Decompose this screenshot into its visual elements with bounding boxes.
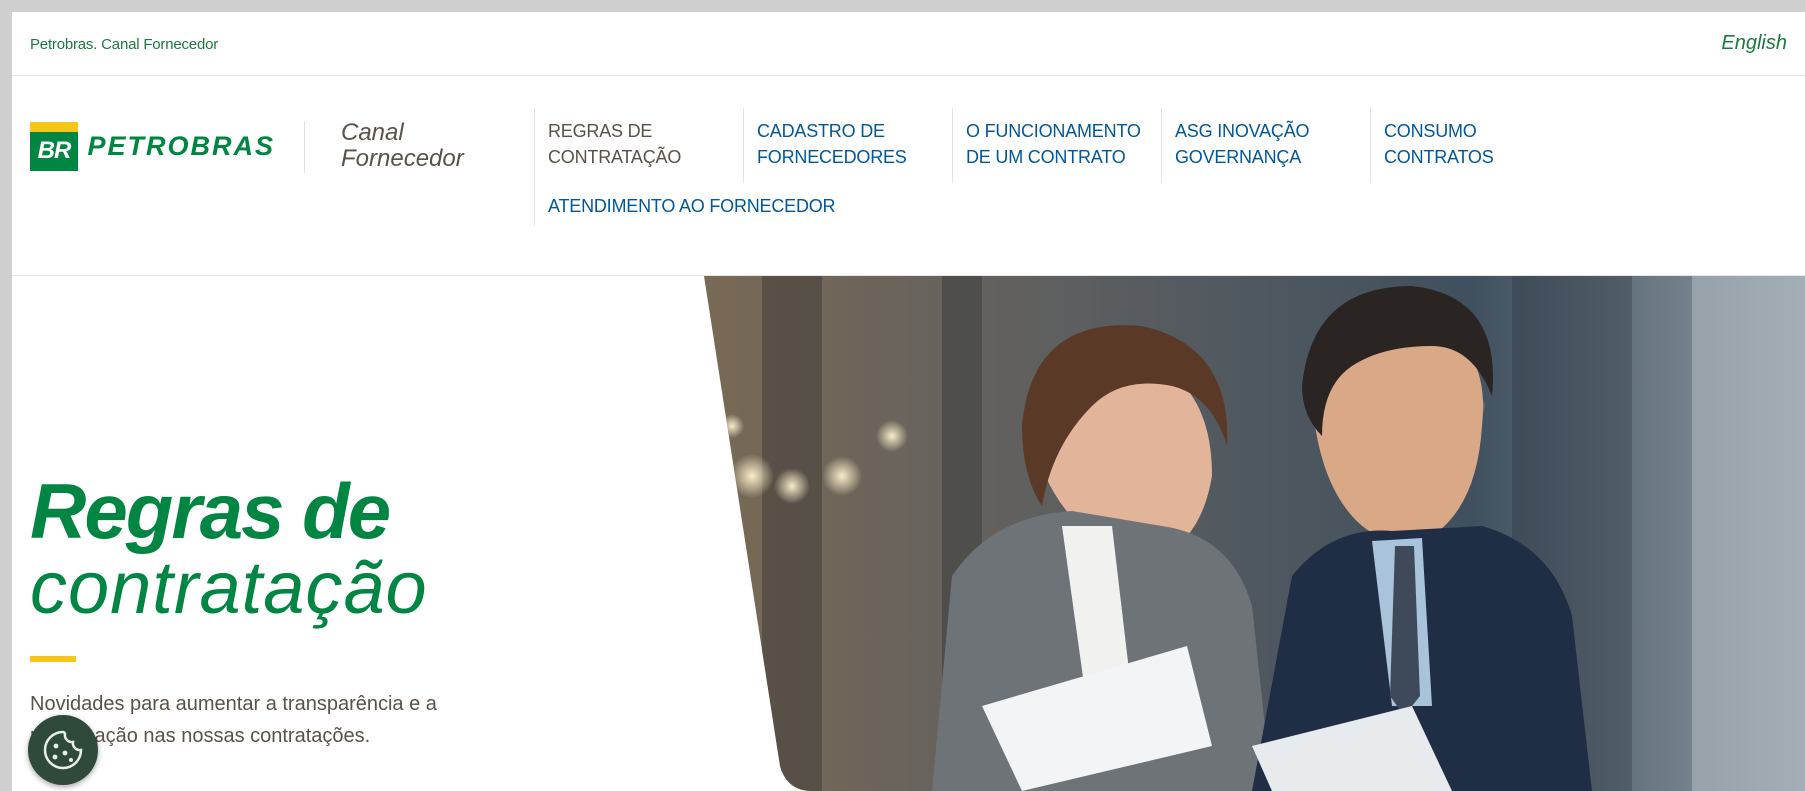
site-home-link[interactable]: Petrobras. Canal Fornecedor (30, 36, 218, 53)
petrobras-logo[interactable]: BR PETROBRAS (30, 120, 275, 172)
hero-photo (704, 276, 1805, 791)
nav-regras-de-contratacao[interactable]: REGRAS DE CONTRATAÇÃO (548, 118, 681, 170)
nav-label-line1: CADASTRO DE (757, 121, 885, 141)
top-bar: Petrobras. Canal Fornecedor English (12, 12, 1805, 76)
nav-divider (1370, 108, 1371, 183)
nav-divider (743, 108, 744, 183)
nav-divider (1161, 108, 1162, 183)
nav-cadastro-de-fornecedores[interactable]: CADASTRO DE FORNECEDORES (757, 118, 907, 170)
section-title-line1: Canal (341, 119, 404, 146)
nav-label-line2: CONTRATAÇÃO (548, 147, 682, 167)
hero-banner: Regras de contratação Novidades para aum… (12, 276, 1805, 791)
site-header: BR PETROBRAS Canal Fornecedor REGRAS DE … (12, 76, 1805, 276)
cookie-icon (43, 730, 83, 770)
main-nav: REGRAS DE CONTRATAÇÃO CADASTRO DE FORNEC… (534, 108, 1534, 248)
nav-asg-inovacao-governanca[interactable]: ASG INOVAÇÃO GOVERNANÇA (1175, 118, 1309, 170)
hero-title: Regras de (30, 467, 391, 555)
logo-badge: BR (30, 131, 78, 171)
section-title: Canal Fornecedor (341, 120, 464, 172)
hero-subtitle: contratação (30, 546, 428, 629)
nav-label-line1: CONSUMO (1384, 121, 1477, 141)
nav-label-line2: DE UM CONTRATO (966, 147, 1126, 167)
nav-label-line1: O FUNCIONAMENTO (966, 121, 1141, 141)
nav-divider (534, 108, 535, 226)
logo-wordmark: PETROBRAS (87, 130, 275, 161)
hero-description: Novidades para aumentar a transparência … (30, 693, 437, 747)
cookie-settings-button[interactable] (28, 715, 98, 785)
nav-label-line1: ATENDIMENTO AO FORNECEDOR (548, 196, 836, 216)
nav-label-line1: REGRAS DE (548, 121, 653, 141)
nav-atendimento-ao-fornecedor[interactable]: ATENDIMENTO AO FORNECEDOR (548, 193, 836, 219)
nav-label-line2: FORNECEDORES (757, 147, 907, 167)
nav-label-line1: ASG INOVAÇÃO (1175, 121, 1310, 141)
br-logo-icon: BR (30, 121, 78, 171)
section-title-line2: Fornecedor (341, 145, 464, 172)
nav-label-line2: CONTRATOS (1384, 147, 1494, 167)
browser-page: Petrobras. Canal Fornecedor English BR P… (12, 12, 1805, 791)
logo-divider (304, 121, 305, 173)
nav-consumo-contratos[interactable]: CONSUMO CONTRATOS (1384, 118, 1494, 170)
logo-yellow-bar (30, 121, 78, 132)
nav-divider (952, 108, 953, 183)
nav-funcionamento-contrato[interactable]: O FUNCIONAMENTO DE UM CONTRATO (966, 118, 1141, 170)
hero-accent-rule (30, 656, 76, 662)
language-switch-link[interactable]: English (1721, 32, 1787, 55)
nav-label-line2: GOVERNANÇA (1175, 147, 1302, 167)
